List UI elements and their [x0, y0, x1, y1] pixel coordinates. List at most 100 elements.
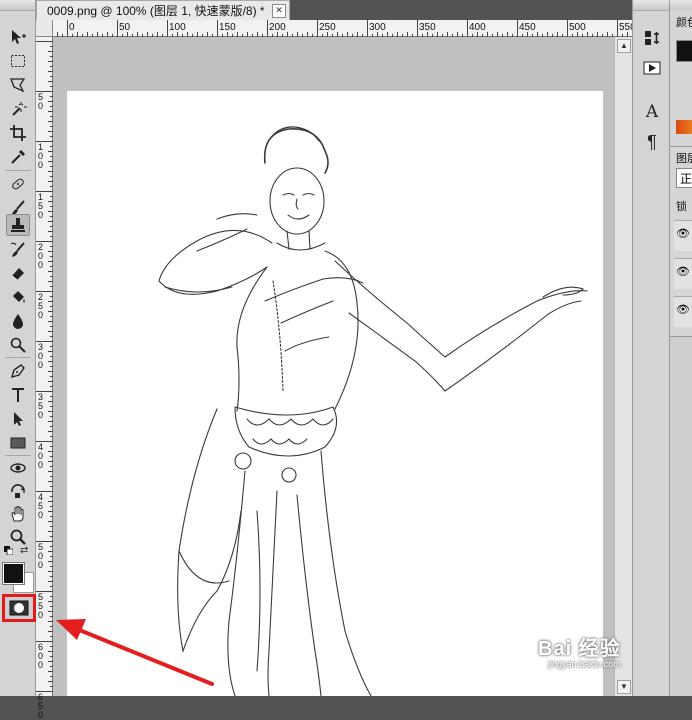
rectangle-tool[interactable] [6, 432, 30, 454]
horizontal-ruler[interactable]: 0 50 100 150 200 250 300 350 400 450 500 550 [53, 20, 636, 37]
swap-colors-icon[interactable]: ⇄ [20, 545, 28, 556]
document-tab[interactable]: 0009.png @ 100% (图层 1, 快速蒙版/8) * ✕ [36, 0, 290, 20]
polygon-lasso-icon [10, 78, 26, 93]
eyedropper-tool[interactable] [6, 146, 30, 168]
ruler-label: 100 [169, 22, 186, 33]
magic-wand-icon [12, 102, 27, 116]
eyedropper-icon [11, 150, 25, 164]
pen-tool[interactable] [6, 360, 30, 382]
layers-panel-title[interactable]: 图层 [676, 150, 692, 166]
vertical-ruler[interactable]: 5 0 1 0 0 1 5 0 2 0 0 2 5 0 3 0 0 3 5 0 4 0 0 4 … [36, 37, 53, 720]
ruler-label: 5 5 0 [38, 592, 44, 620]
ruler-label: 6 0 0 [38, 642, 44, 670]
color-ramp[interactable] [676, 120, 692, 134]
pen-icon [10, 364, 25, 379]
paragraph-panel-button[interactable]: ¶ [642, 132, 662, 152]
rectangle-icon [10, 437, 26, 449]
eye-icon[interactable]: 👁 [676, 303, 690, 316]
ruler-origin[interactable] [36, 20, 53, 37]
document-title: 0009.png @ 100% (图层 1, 快速蒙版/8) * [47, 4, 265, 18]
foreground-color-swatch[interactable] [2, 562, 25, 585]
3d-rotate-icon [10, 463, 26, 473]
ruler-label: 4 0 0 [38, 442, 44, 470]
layer-row[interactable]: 👁 [674, 220, 692, 251]
ruler-label: 350 [419, 22, 436, 33]
history-panel-button[interactable] [642, 28, 662, 48]
crop-tool[interactable] [6, 122, 30, 144]
ruler-label: 3 0 0 [38, 342, 44, 370]
vertical-scrollbar[interactable]: ▲ ▼ [614, 37, 632, 696]
ruler-label: 4 5 0 [38, 492, 44, 520]
watermark-url: jingyan.baidu.com [548, 659, 621, 669]
ruler-label: 300 [369, 22, 386, 33]
color-panel-title[interactable]: 颜色 [676, 14, 692, 30]
blur-tool[interactable] [6, 310, 30, 332]
dock-grip[interactable] [633, 0, 669, 11]
3d-orbit-tool[interactable] [6, 480, 30, 502]
paint-bucket-tool[interactable] [6, 286, 30, 308]
magic-wand-tool[interactable] [6, 98, 30, 120]
ruler-label: 50 [119, 22, 131, 33]
crop-icon [10, 125, 26, 141]
layer-row[interactable]: 👁 [674, 258, 692, 289]
move-icon [12, 30, 26, 44]
lasso-tool[interactable] [6, 74, 30, 96]
hand-tool[interactable] [6, 503, 30, 525]
ruler-label: 1 5 0 [38, 192, 44, 220]
path-selection-tool[interactable] [6, 408, 30, 430]
scroll-down-icon[interactable]: ▼ [617, 680, 631, 694]
ruler-label: 250 [319, 22, 336, 33]
ruler-label: 5 0 [38, 92, 44, 111]
ruler-label: 6 5 0 [38, 692, 44, 720]
type-icon [12, 388, 24, 402]
ruler-label: 450 [519, 22, 536, 33]
marquee-tool[interactable] [6, 50, 30, 72]
eye-icon[interactable]: 👁 [676, 227, 690, 240]
history-icon [645, 31, 659, 45]
ruler-label: 500 [569, 22, 586, 33]
ruler-label: 200 [269, 22, 286, 33]
panel-dock: A ¶ [632, 0, 670, 696]
scroll-up-icon[interactable]: ▲ [617, 39, 631, 53]
tools-panel-grip[interactable] [0, 0, 35, 11]
bandage-icon [12, 178, 24, 190]
ruler-label: 2 0 0 [38, 242, 44, 270]
ruler-label: 2 5 0 [38, 292, 44, 320]
image-canvas[interactable] [67, 91, 603, 697]
close-icon[interactable]: ✕ [272, 4, 286, 18]
ruler-label: 1 0 0 [38, 142, 44, 170]
history-brush-icon [10, 242, 25, 257]
3d-rotate-tool[interactable] [6, 457, 30, 479]
eye-icon[interactable]: 👁 [676, 265, 690, 278]
character-panel-button[interactable]: A [642, 102, 662, 122]
dodge-icon [10, 337, 26, 353]
clone-stamp-tool[interactable] [6, 214, 30, 236]
paragraph-icon: ¶ [647, 131, 657, 152]
horizontal-ruler-ticks [57, 20, 628, 37]
layer-row[interactable]: 👁 [674, 296, 692, 327]
ruler-label: 3 5 0 [38, 392, 44, 420]
dodge-tool[interactable] [6, 334, 30, 356]
arrow-select-icon [14, 412, 23, 426]
ruler-label: 0 [69, 22, 75, 33]
ruler-label: 5 0 0 [38, 542, 44, 570]
healing-brush-tool[interactable] [6, 173, 30, 195]
quick-mask-icon [9, 600, 29, 616]
ruler-label: 400 [469, 22, 486, 33]
move-tool[interactable] [6, 26, 30, 48]
history-brush-tool[interactable] [6, 239, 30, 261]
actions-panel-button[interactable] [642, 58, 662, 78]
blend-mode-select[interactable]: 正 [676, 168, 692, 188]
eraser-icon [11, 268, 24, 281]
eraser-tool[interactable] [6, 262, 30, 284]
bucket-icon [13, 291, 25, 303]
character-icon: A [645, 102, 659, 122]
quick-mask-button[interactable] [2, 594, 36, 622]
default-colors-icon[interactable] [4, 546, 13, 555]
actions-icon [643, 61, 661, 75]
type-tool[interactable] [6, 384, 30, 406]
color-panel-foreground[interactable] [676, 40, 692, 62]
hand-icon [11, 506, 24, 522]
3d-orbit-icon [11, 484, 25, 498]
watermark-brand: Bai 经验 [538, 638, 621, 660]
